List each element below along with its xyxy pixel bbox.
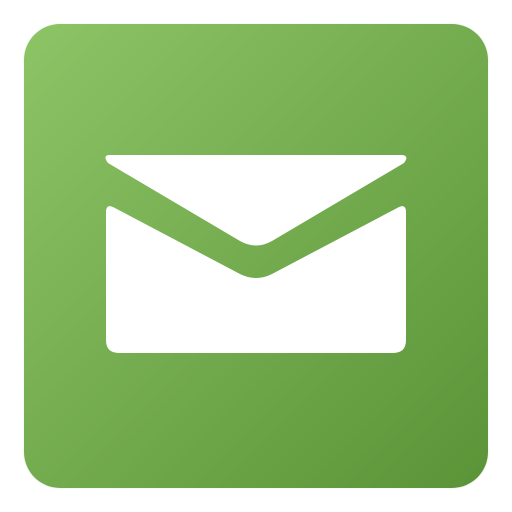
mail-icon <box>105 155 407 353</box>
mail-app-tile[interactable] <box>24 24 488 488</box>
icon-stage <box>0 0 512 512</box>
